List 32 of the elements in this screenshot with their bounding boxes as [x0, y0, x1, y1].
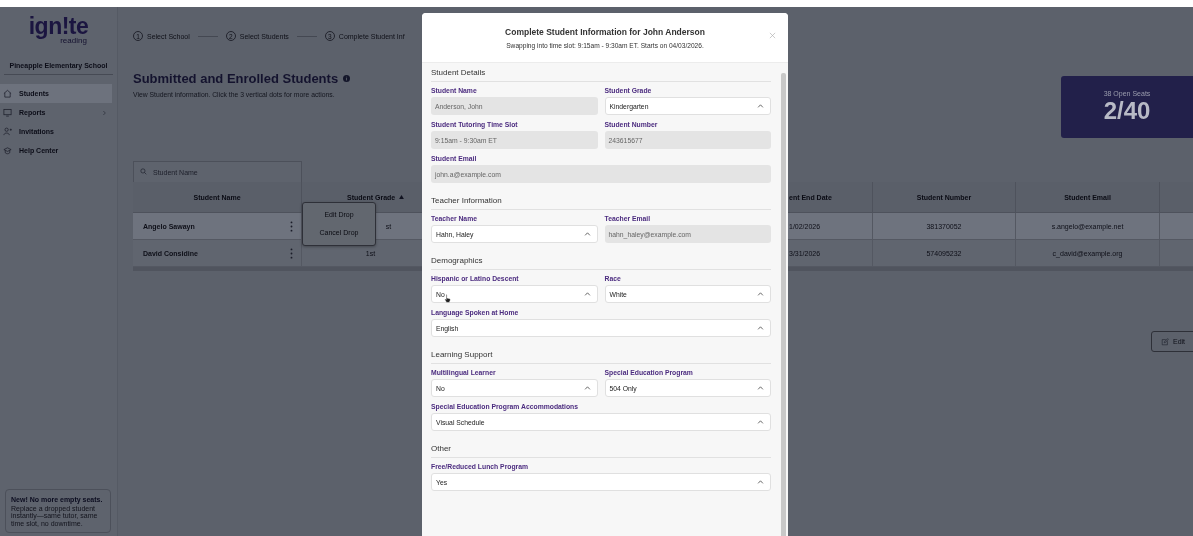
more-options-icon[interactable]	[290, 247, 293, 259]
chevron-up-icon	[757, 420, 764, 424]
section-title: Learning Support	[431, 350, 771, 364]
close-icon[interactable]	[769, 32, 776, 39]
user-add-icon	[3, 127, 12, 136]
scrollbar[interactable]	[781, 73, 786, 536]
logo-subtitle: reading	[60, 37, 87, 45]
chevron-up-icon	[757, 326, 764, 330]
hand-cursor-icon	[444, 294, 451, 303]
pencil-icon	[1161, 337, 1169, 346]
section-title: Student Details	[431, 68, 771, 82]
seats-count: 2/40	[1103, 96, 1151, 125]
search-icon	[140, 168, 147, 175]
section-title: Demographics	[431, 256, 771, 270]
section-title: Other	[431, 444, 771, 458]
page-heading: Submitted and Enrolled Students	[133, 71, 339, 86]
chevron-up-icon	[757, 386, 764, 390]
modal-title: Complete Student Information for John Anderson	[505, 26, 705, 37]
chevron-up-icon	[583, 232, 591, 236]
chevron-up-icon	[757, 480, 764, 484]
logo-wordmark: ign!te	[28, 15, 89, 37]
chevron-up-icon	[757, 104, 764, 108]
monitor-icon	[3, 108, 12, 117]
home-icon	[3, 89, 12, 98]
chevron-up-icon	[583, 292, 591, 296]
chevron-up-icon	[583, 386, 591, 390]
graduation-cap-icon	[3, 146, 12, 155]
chevron-up-icon	[757, 292, 764, 296]
more-options-icon[interactable]	[290, 220, 293, 232]
info-icon[interactable]	[343, 75, 351, 82]
section-title: Teacher Information	[431, 196, 771, 210]
sort-ascending-icon	[399, 195, 405, 199]
